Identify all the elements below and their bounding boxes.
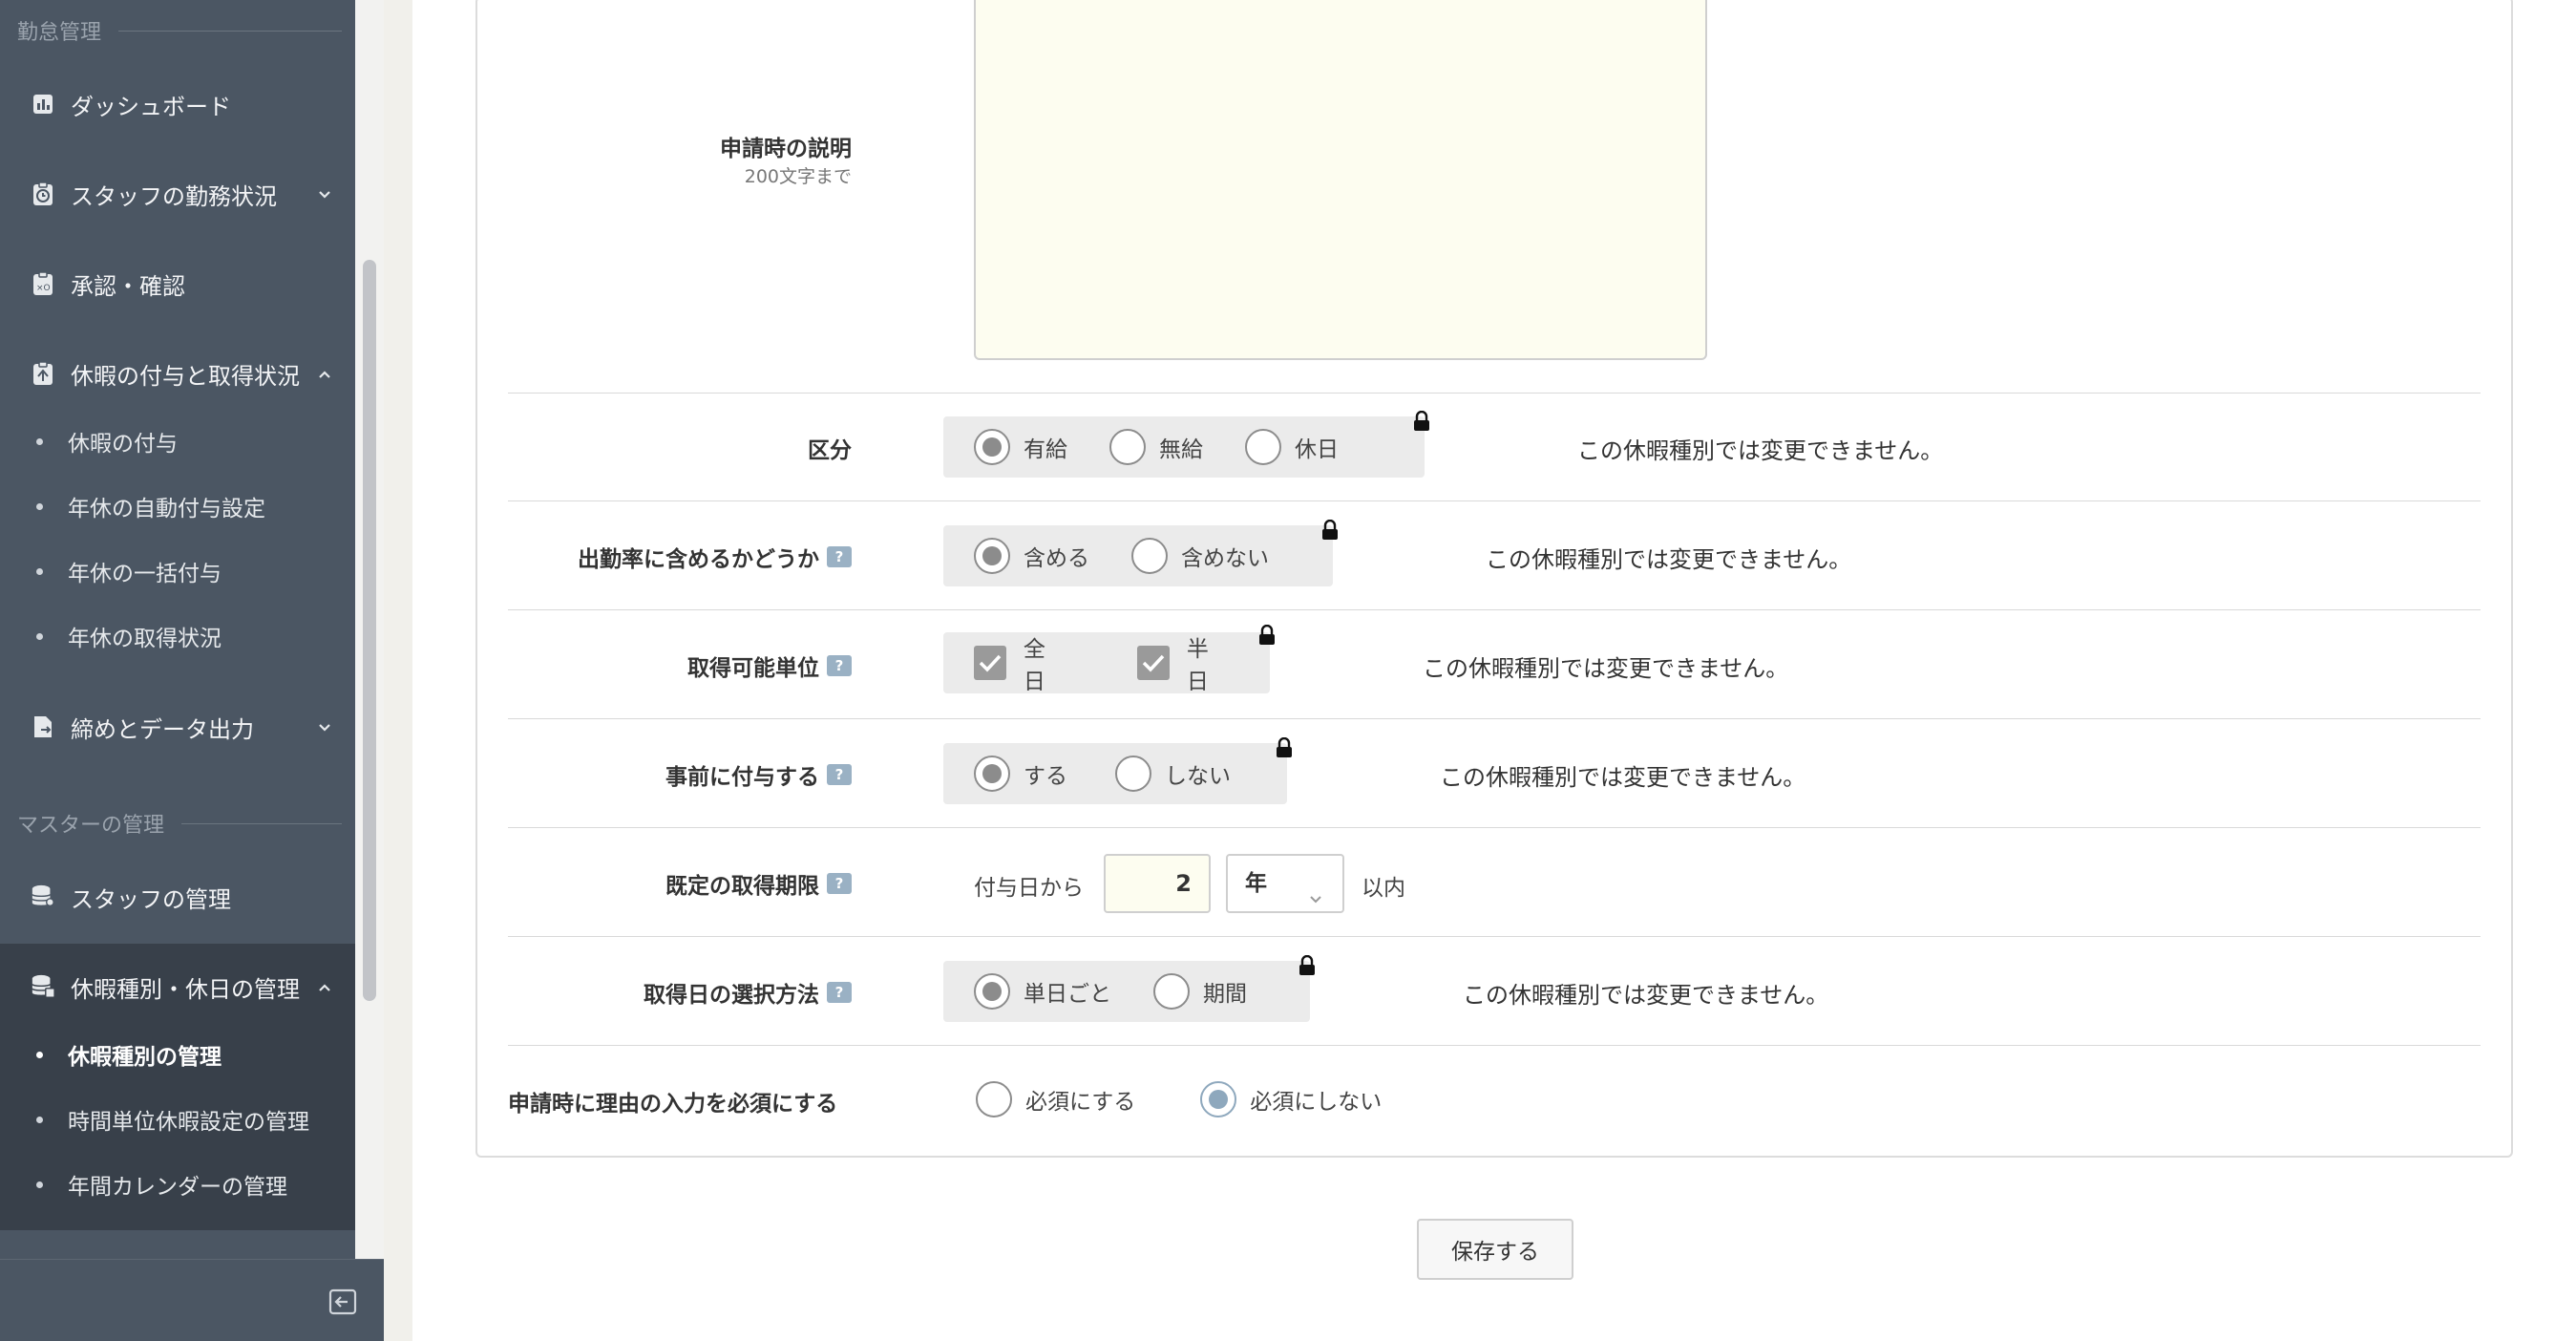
help-icon[interactable]: ? (827, 982, 852, 1003)
expiry-unit-select[interactable]: 年 (1226, 854, 1344, 913)
chevron-down-icon (1306, 875, 1325, 930)
sidebar-subitem-leave-grant[interactable]: 休暇の付与 (0, 413, 355, 470)
sidebar-item-closing-export[interactable]: 締めとデータ出力 (0, 695, 355, 758)
scrollbar-thumb[interactable] (363, 260, 376, 1001)
attendance-locked-note: この休暇種別では変更できません。 (1486, 546, 1852, 573)
date-option-single[interactable]: 単日ごと (974, 973, 1111, 1010)
sidebar-item-leave-type-holiday[interactable]: 休暇種別・休日の管理 (0, 955, 355, 1018)
advance-grant-label: 事前に付与する? (665, 758, 852, 791)
radio[interactable] (976, 1081, 1012, 1118)
sidebar-item-staff-management[interactable]: スタッフの管理 (0, 865, 355, 928)
advance-option-no[interactable]: しない (1115, 756, 1231, 792)
advance-option-yes[interactable]: する (974, 756, 1067, 792)
advance-locked-note: この休暇種別では変更できません。 (1440, 764, 1806, 791)
radio[interactable] (1115, 756, 1151, 792)
sidebar-subitem-bulk-grant[interactable]: 年休の一括付与 (0, 543, 355, 600)
svg-text:×O: ×O (36, 284, 51, 293)
lock-icon (1413, 410, 1430, 436)
sidebar: 勤怠管理 ダッシュボード スタッフの勤務状況 ×O 承認・確認 休暇の付与と取得… (0, 0, 355, 1341)
sidebar-subitem-leave-type-mgmt[interactable]: 休暇種別の管理 (0, 1026, 355, 1083)
advance-grant-options: する しない (943, 743, 1287, 804)
radio[interactable] (1109, 429, 1146, 465)
attendance-option-exclude[interactable]: 含めない (1131, 538, 1269, 574)
radio-checked[interactable] (974, 429, 1010, 465)
category-option-holiday[interactable]: 休日 (1245, 429, 1339, 465)
description-sublabel: 200文字まで (744, 166, 852, 187)
date-selection-options: 単日ごと 期間 (943, 961, 1310, 1022)
reason-option-not-required[interactable]: 必須にしない (1200, 1081, 1382, 1118)
checkbox-checked[interactable] (974, 646, 1006, 680)
chevron-up-icon (315, 363, 334, 390)
reason-required-label: 申請時に理由の入力を必須にする (508, 1092, 838, 1117)
database-user-icon (31, 884, 55, 909)
sidebar-item-dashboard[interactable]: ダッシュボード (0, 73, 355, 136)
section-label-master: マスターの管理 (17, 808, 342, 839)
attendance-rate-label: 出勤率に含めるかどうか? (578, 541, 852, 573)
category-locked-note: この休暇種別では変更できません。 (1577, 437, 1944, 464)
help-icon[interactable]: ? (827, 655, 852, 676)
unit-options: 全日 半日 (943, 630, 1270, 695)
category-label: 区分 (808, 438, 852, 463)
save-button[interactable]: 保存する (1417, 1219, 1573, 1280)
chart-icon (31, 92, 55, 117)
lock-icon (1321, 519, 1339, 544)
category-option-unpaid[interactable]: 無給 (1109, 429, 1203, 465)
approval-clipboard-icon: ×O (31, 271, 55, 296)
collapse-sidebar-icon[interactable] (328, 1288, 357, 1319)
expiry-prefix: 付与日から (974, 876, 1084, 901)
lock-icon (1276, 736, 1293, 762)
chevron-down-icon (315, 183, 334, 210)
sidebar-subitem-auto-grant[interactable]: 年休の自動付与設定 (0, 478, 355, 535)
clock-clipboard-icon (31, 181, 55, 206)
expiry-label: 既定の取得期限? (665, 867, 852, 900)
unit-option-fullday[interactable]: 全日 (974, 630, 1065, 695)
help-icon[interactable]: ? (827, 546, 852, 567)
category-option-paid[interactable]: 有給 (974, 429, 1067, 465)
help-icon[interactable]: ? (827, 873, 852, 894)
sidebar-subitem-annual-status[interactable]: 年休の取得状況 (0, 607, 355, 665)
radio-checked[interactable] (1200, 1081, 1237, 1118)
chevron-down-icon (315, 716, 334, 743)
help-icon[interactable]: ? (827, 764, 852, 785)
expiry-suffix: 以内 (1362, 876, 1405, 901)
sidebar-footer (0, 1259, 384, 1341)
category-options: 有給 無給 休日 (943, 416, 1425, 478)
lock-icon (1299, 954, 1316, 980)
radio[interactable] (1153, 973, 1190, 1010)
export-document-icon (31, 714, 55, 739)
description-label: 申請時の説明 (720, 137, 852, 161)
leave-clipboard-icon (31, 361, 55, 386)
description-textarea[interactable] (974, 0, 1707, 360)
radio-checked[interactable] (974, 756, 1010, 792)
checkbox-checked[interactable] (1137, 646, 1170, 680)
date-selection-label: 取得日の選択方法? (644, 976, 852, 1009)
attendance-option-include[interactable]: 含める (974, 538, 1089, 574)
attendance-rate-options: 含める 含めない (943, 525, 1333, 586)
sidebar-subitem-hourly-leave[interactable]: 時間単位休暇設定の管理 (0, 1091, 355, 1148)
unit-locked-note: この休暇種別では変更できません。 (1423, 655, 1789, 682)
sidebar-item-leave-grant-status[interactable]: 休暇の付与と取得状況 (0, 342, 355, 405)
section-label-attendance: 勤怠管理 (17, 15, 342, 46)
sidebar-item-approval[interactable]: ×O 承認・確認 (0, 252, 355, 315)
sidebar-subitem-calendar[interactable]: 年間カレンダーの管理 (0, 1156, 355, 1213)
chevron-up-icon (315, 976, 334, 1003)
date-option-period[interactable]: 期間 (1153, 973, 1247, 1010)
expiry-number-input[interactable]: 2 (1104, 854, 1211, 913)
radio-checked[interactable] (974, 538, 1010, 574)
reason-required-options: 必須にする 必須にしない (976, 1081, 1424, 1118)
radio[interactable] (1131, 538, 1168, 574)
date-selection-locked-note: この休暇種別では変更できません。 (1463, 982, 1829, 1009)
sidebar-item-staff-status[interactable]: スタッフの勤務状況 (0, 162, 355, 225)
radio[interactable] (1245, 429, 1281, 465)
lock-icon (1258, 624, 1276, 649)
sidebar-scrollbar[interactable] (355, 0, 384, 1341)
database-calendar-icon (31, 974, 55, 999)
reason-option-required[interactable]: 必須にする (976, 1081, 1135, 1118)
radio-checked[interactable] (974, 973, 1010, 1010)
unit-option-halfday[interactable]: 半日 (1137, 630, 1228, 695)
unit-label: 取得可能単位? (687, 649, 852, 682)
